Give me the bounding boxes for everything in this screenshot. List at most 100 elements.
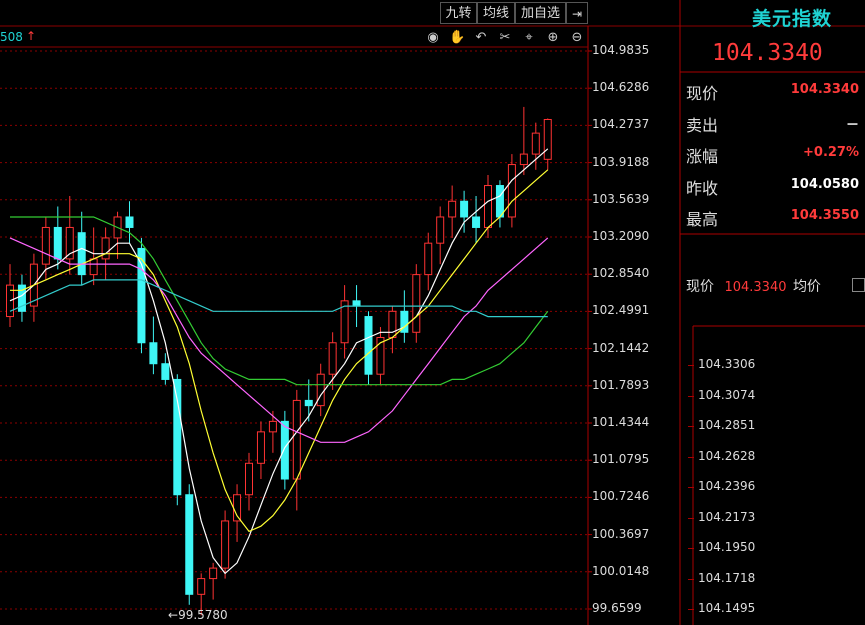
intraday-tick-label: 104.1950	[698, 540, 756, 554]
candle-body-up	[507, 164, 516, 218]
intraday-avg-label: 均价	[792, 279, 821, 295]
candle-body-down	[53, 226, 62, 260]
panel-title: 美元指数	[752, 8, 833, 30]
candle-body-up	[245, 462, 253, 496]
ma30-line	[10, 216, 549, 386]
candle-body-up	[424, 242, 433, 276]
candle-body-up	[113, 216, 122, 239]
nine-turn-button[interactable]: 九转	[440, 2, 477, 24]
candle-body-down	[17, 284, 26, 312]
intraday-tick-mark	[688, 426, 694, 427]
candle-body-up	[412, 274, 421, 333]
candle-body-up	[340, 300, 349, 344]
candle-body-down	[149, 342, 158, 365]
candle-body-up	[316, 373, 325, 407]
candle-body-up	[209, 567, 218, 580]
intraday-tick-mark	[688, 365, 694, 366]
add-watchlist-button[interactable]: 加自选	[515, 2, 566, 24]
candle-body-up	[436, 216, 445, 244]
y-tick-label: 102.1442	[592, 340, 650, 355]
candle-body-down	[495, 185, 504, 218]
crosshair-icon[interactable]: ⌖	[521, 30, 537, 46]
quote-value: 104.3340	[790, 82, 859, 97]
candle-body-up	[388, 310, 397, 339]
quote-label: 涨幅	[686, 147, 719, 166]
candle-body-down	[125, 216, 134, 228]
scissors-icon[interactable]: ✂	[497, 30, 513, 46]
candlestick-chart[interactable]	[0, 0, 865, 625]
candle-body-up	[543, 118, 552, 160]
intraday-price-label: 现价	[686, 279, 714, 295]
intraday-tick-label: 104.2628	[698, 448, 756, 463]
intraday-tick-mark	[688, 609, 694, 610]
candle-body-up	[6, 284, 14, 318]
y-tick-label: 102.4991	[592, 303, 650, 318]
candle-body-down	[400, 310, 409, 333]
y-tick-label: 100.0148	[592, 563, 650, 578]
intraday-tick-label: 104.2396	[698, 479, 756, 493]
ma10-line	[10, 169, 549, 533]
candle-body-down	[161, 363, 170, 380]
eye-icon[interactable]: ◉	[425, 30, 441, 46]
hand-icon[interactable]: ✋	[449, 30, 465, 46]
intraday-tick-mark	[688, 517, 694, 519]
candle-body-down	[364, 316, 373, 375]
candle-body-up	[41, 226, 50, 265]
ma20-line	[9, 237, 549, 443]
y-tick-label: 100.3697	[592, 526, 650, 541]
intraday-tick-mark	[688, 548, 694, 549]
y-tick-label: 102.8540	[592, 266, 650, 281]
intraday-tick-mark	[688, 395, 694, 397]
quote-value: －	[845, 117, 859, 133]
candle-body-up	[292, 399, 301, 480]
quote-label: 现价	[686, 84, 719, 103]
intraday-tick-label: 104.3074	[698, 387, 756, 402]
left-arrow-icon: ←	[168, 608, 179, 622]
ma-button[interactable]: 均线	[477, 2, 515, 24]
undo-icon[interactable]: ↶	[473, 30, 489, 46]
y-tick-label: 101.7893	[592, 377, 650, 392]
candle-body-up	[531, 132, 540, 155]
intraday-tick-label: 104.2851	[698, 418, 756, 432]
top-toolbar: 508 ↑ 九转 均线 加自选 ⇥	[0, 0, 596, 44]
intraday-tick-label: 104.1718	[698, 570, 756, 585]
zoom-out-icon[interactable]: ⊖	[569, 30, 585, 46]
candle-body-down	[352, 300, 361, 307]
stock-code-label: 508	[0, 30, 23, 44]
candle-body-up	[519, 153, 528, 166]
candle-body-down	[472, 216, 481, 228]
intraday-tick-label: 104.3306	[698, 357, 756, 371]
arrow-right-bar-icon[interactable]: ⇥	[566, 2, 588, 24]
y-tick-label: 104.9835	[592, 43, 650, 57]
intraday-tick-label: 104.2173	[698, 509, 756, 524]
y-tick-label: 103.5639	[592, 191, 650, 206]
quote-value: +0.27%	[803, 145, 859, 160]
quote-value: 104.0580	[790, 176, 859, 192]
candle-body-up	[328, 342, 337, 375]
intraday-price-value: 104.3340	[724, 280, 787, 295]
quote-label: 昨收	[686, 178, 719, 198]
candle-body-down	[460, 200, 469, 218]
intraday-tick-mark	[688, 456, 694, 458]
intraday-tick-mark	[688, 578, 694, 580]
y-tick-label: 104.2737	[592, 117, 650, 132]
low-price-annotation: ←99.5780	[168, 608, 228, 622]
intraday-toggle[interactable]	[852, 278, 865, 292]
candle-body-up	[233, 494, 242, 522]
candle-body-up	[484, 185, 492, 228]
ma5-line	[9, 148, 549, 575]
current-price: 104.3340	[712, 40, 823, 66]
candle-body-up	[268, 420, 277, 433]
candle-body-down	[77, 232, 86, 276]
zoom-in-icon[interactable]: ⊕	[545, 30, 561, 46]
candle-body-up	[65, 226, 74, 260]
candle-body-up	[89, 258, 98, 276]
ma60-line	[9, 279, 548, 318]
candle-body-up	[197, 578, 206, 595]
candle-body-up	[221, 520, 230, 569]
candle-body-up	[29, 263, 38, 307]
quote-label: 卖出	[686, 115, 719, 135]
candle-body-down	[173, 378, 182, 496]
candle-body-down	[137, 247, 146, 344]
quote-label: 最高	[686, 210, 719, 229]
